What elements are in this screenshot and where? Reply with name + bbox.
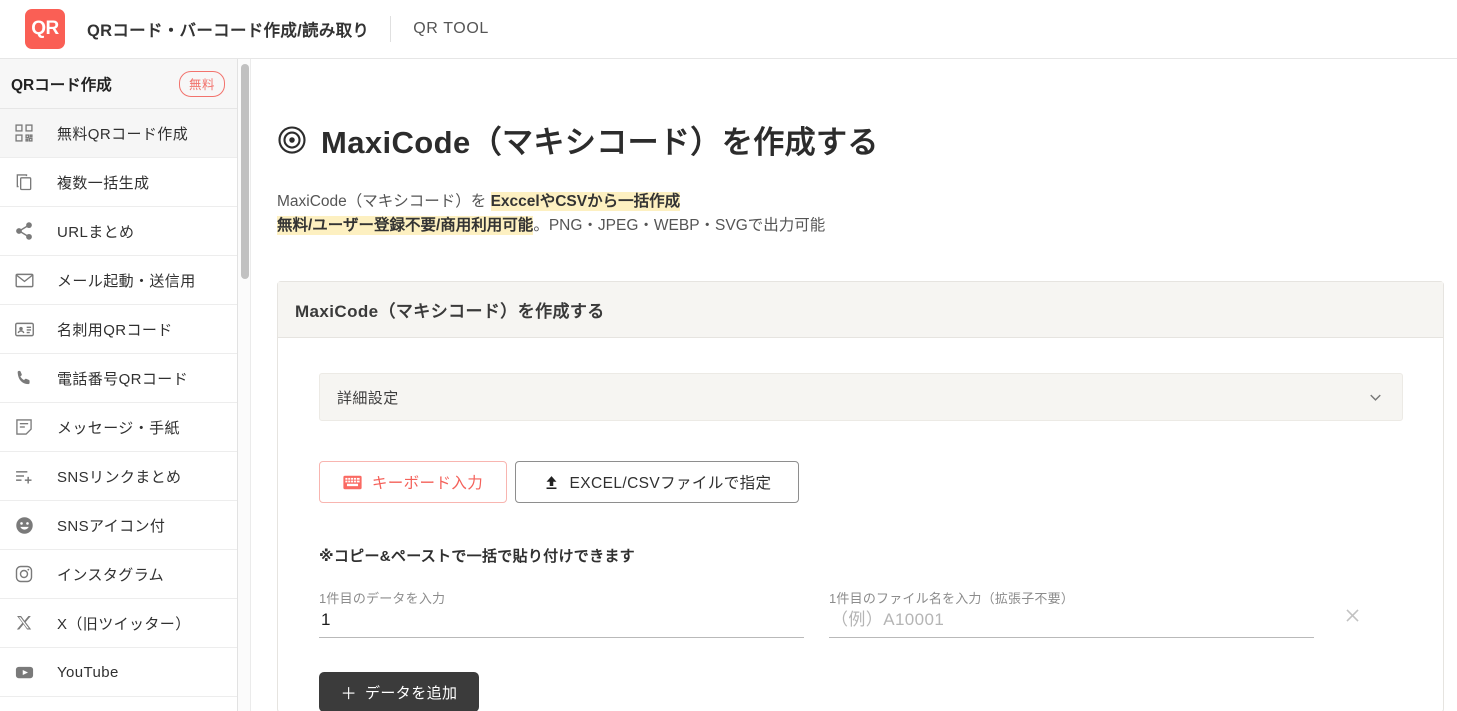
sidebar-item-7[interactable]: SNSリンクまとめ (0, 452, 237, 501)
data-field-group: 1件目のデータを入力 (319, 588, 804, 638)
app-header: QR QRコード・バーコード作成/読み取り QR TOOL (0, 0, 1457, 59)
sidebar-item-label: インスタグラム (57, 566, 165, 584)
sidebar-item-8[interactable]: SNSアイコン付 (0, 501, 237, 550)
sidebar-item-9[interactable]: インスタグラム (0, 550, 237, 599)
sidebar-item-5[interactable]: 電話番号QRコード (0, 354, 237, 403)
sidebar-scrollbar-track[interactable] (238, 59, 251, 711)
sidebar-item-2[interactable]: URLまとめ (0, 207, 237, 256)
contact-card-icon (11, 316, 37, 342)
sidebar-item-4[interactable]: 名刺用QRコード (0, 305, 237, 354)
sidebar-item-1[interactable]: 複数一括生成 (0, 158, 237, 207)
add-data-button[interactable]: ＋ データを追加 (319, 672, 479, 711)
sidebar-item-label: SNSアイコン付 (57, 517, 166, 535)
header-nav-link[interactable]: QR TOOL (413, 20, 489, 38)
sidebar-item-label: 複数一括生成 (57, 174, 150, 192)
generator-card: MaxiCode（マキシコード）を作成する 詳細設定 キーボード入力 EXCEL… (277, 281, 1444, 711)
card-body: 詳細設定 キーボード入力 EXCEL/CSVファイルで指定 ※コピー&ペーストで… (278, 338, 1443, 711)
sidebar-item-10[interactable]: X（旧ツイッター） (0, 599, 237, 648)
sidebar-item-label: 無料QRコード作成 (57, 125, 189, 143)
copy-icon (11, 169, 37, 195)
mail-icon (11, 267, 37, 293)
sidebar-item-label: メール起動・送信用 (57, 272, 196, 290)
smiley-icon (11, 512, 37, 538)
target-icon (277, 125, 307, 155)
close-icon (1343, 606, 1362, 630)
qr-grid-icon (11, 120, 37, 146)
sidebar-item-0[interactable]: 無料QRコード作成 (0, 109, 237, 158)
page-lead: MaxiCode（マキシコード）を ExccelやCSVから一括作成 無料/ユー… (277, 190, 1457, 238)
keyboard-input-button[interactable]: キーボード入力 (319, 461, 507, 503)
sidebar: QRコード作成 無料 無料QRコード作成 複数一括生成 URLまとめ メール起動・送信… (0, 59, 238, 711)
qr-logo-text: QR (31, 18, 59, 39)
file-upload-button-label: EXCEL/CSVファイルで指定 (569, 475, 772, 492)
sidebar-item-label: 電話番号QRコード (57, 370, 189, 388)
lead-line2-highlight: 無料/ユーザー登録不要/商用利用可能 (277, 216, 534, 235)
x-twitter-icon (11, 610, 37, 636)
instagram-icon (11, 561, 37, 587)
site-title: QRコード・バーコード作成/読み取り (87, 22, 370, 40)
advanced-settings-accordion[interactable]: 詳細設定 (319, 373, 1403, 421)
data-row: 1件目のデータを入力 1件目のファイル名を入力（拡張子不要） (319, 588, 1403, 638)
sidebar-item-label: SNSリンクまとめ (57, 468, 182, 486)
sidebar-item-label: URLまとめ (57, 223, 135, 241)
share-icon (11, 218, 37, 244)
sidebar-item-label: メッセージ・手紙 (57, 419, 180, 437)
sidebar-heading: QRコード作成 (11, 76, 112, 94)
sidebar-item-11[interactable]: YouTube (0, 648, 237, 697)
data-field-label: 1件目のデータを入力 (319, 591, 446, 606)
header-divider (390, 16, 392, 42)
lead-line1-plain: MaxiCode（マキシコード）を (277, 193, 491, 210)
sidebar-nav-list: 無料QRコード作成 複数一括生成 URLまとめメール起動・送信用 名刺用QRコード 電話… (0, 109, 237, 697)
advanced-settings-label: 詳細設定 (337, 389, 399, 407)
upload-icon (543, 474, 560, 491)
phone-icon (11, 365, 37, 391)
lead-line2-plain: 。PNG・JPEG・WEBP・SVGで出力可能 (533, 217, 826, 234)
sidebar-header: QRコード作成 無料 (0, 59, 237, 109)
file-upload-button[interactable]: EXCEL/CSVファイルで指定 (515, 461, 799, 503)
filename-input[interactable] (829, 610, 1314, 638)
sidebar-scrollbar-thumb[interactable] (240, 64, 249, 279)
sidebar-item-label: 名刺用QRコード (57, 321, 173, 339)
filename-field-label: 1件目のファイル名を入力（拡張子不要） (829, 591, 1075, 606)
status-badge-free: 無料 (178, 70, 225, 97)
paste-hint: ※コピー&ペーストで一括で貼り付けできます (319, 548, 635, 565)
page-title: MaxiCode（マキシコード）を作成する (277, 117, 1457, 162)
chevron-down-icon (1366, 388, 1385, 407)
sidebar-item-label: X（旧ツイッター） (57, 615, 191, 633)
keyboard-input-button-label: キーボード入力 (371, 475, 484, 492)
note-icon (11, 414, 37, 440)
keyboard-icon (343, 475, 362, 490)
sidebar-item-label: YouTube (57, 663, 119, 681)
lead-line-2: 無料/ユーザー登録不要/商用利用可能。PNG・JPEG・WEBP・SVGで出力可… (277, 214, 1457, 238)
qr-logo[interactable]: QR (25, 9, 65, 49)
page-title-text: MaxiCode（マキシコード）を作成する (321, 125, 879, 160)
main-content: MaxiCode（マキシコード）を作成する MaxiCode（マキシコード）を … (252, 59, 1457, 711)
youtube-icon (11, 659, 37, 685)
lead-line-1: MaxiCode（マキシコード）を ExccelやCSVから一括作成 (277, 190, 1457, 214)
data-input[interactable] (319, 610, 804, 638)
add-data-button-label: データを追加 (365, 684, 458, 702)
list-plus-icon (11, 463, 37, 489)
input-mode-button-group: キーボード入力 EXCEL/CSVファイルで指定 (319, 461, 1403, 503)
lead-line1-highlight: ExccelやCSVから一括作成 (490, 192, 681, 211)
remove-row-button[interactable] (1338, 604, 1366, 632)
card-title: MaxiCode（マキシコード）を作成する (278, 282, 1443, 338)
sidebar-item-3[interactable]: メール起動・送信用 (0, 256, 237, 305)
sidebar-item-6[interactable]: メッセージ・手紙 (0, 403, 237, 452)
plus-icon: ＋ (340, 686, 357, 703)
filename-field-group: 1件目のファイル名を入力（拡張子不要） (829, 588, 1314, 638)
